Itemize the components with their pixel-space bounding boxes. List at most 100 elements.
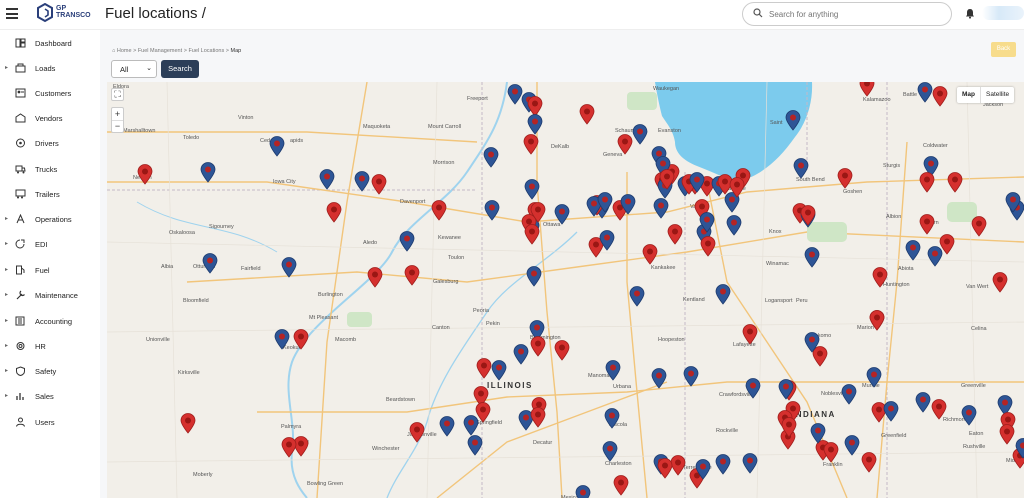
zoom-out-button[interactable]: −: [112, 121, 123, 133]
fuel-marker-red[interactable]: [872, 267, 888, 288]
filter-select[interactable]: All ⌄: [111, 60, 157, 78]
fuel-marker-blue[interactable]: [202, 253, 218, 274]
fuel-marker-blue[interactable]: [726, 215, 742, 236]
breadcrumb-fuel-locations[interactable]: Fuel Locations: [188, 48, 224, 54]
hamburger-menu-icon[interactable]: [6, 8, 18, 19]
fuel-marker-blue[interactable]: [513, 344, 529, 365]
fuel-marker-blue[interactable]: [742, 453, 758, 474]
fuel-marker-red[interactable]: [992, 272, 1008, 293]
fuel-marker-blue[interactable]: [507, 84, 523, 105]
fuel-marker-red[interactable]: [932, 86, 948, 107]
fuel-marker-red[interactable]: [293, 329, 309, 350]
fuel-marker-blue[interactable]: [269, 136, 285, 157]
fuel-marker-red[interactable]: [579, 104, 595, 125]
fuel-marker-blue[interactable]: [602, 441, 618, 462]
fuel-marker-blue[interactable]: [632, 124, 648, 145]
fuel-marker-red[interactable]: [371, 174, 387, 195]
fuel-marker-blue[interactable]: [274, 329, 290, 350]
fuel-marker-red[interactable]: [859, 82, 875, 97]
sidebar-item-maintenance[interactable]: ▸ Maintenance: [0, 284, 100, 306]
fuel-marker-red[interactable]: [871, 402, 887, 423]
fuel-marker-red[interactable]: [409, 422, 425, 443]
fuel-marker-blue[interactable]: [524, 179, 540, 200]
fuel-marker-blue[interactable]: [463, 415, 479, 436]
fuel-marker-blue[interactable]: [745, 378, 761, 399]
fuel-marker-blue[interactable]: [927, 246, 943, 267]
fuel-marker-blue[interactable]: [439, 416, 455, 437]
fuel-marker-blue[interactable]: [526, 266, 542, 287]
fuel-marker-red[interactable]: [476, 358, 492, 379]
fuel-marker-red[interactable]: [613, 475, 629, 496]
fuel-marker-blue[interactable]: [575, 485, 591, 498]
fuel-marker-blue[interactable]: [997, 395, 1013, 416]
fuel-marker-red[interactable]: [869, 310, 885, 331]
map-type-satellite-button[interactable]: Satellite: [980, 87, 1014, 103]
fuel-marker-blue[interactable]: [651, 368, 667, 389]
fuel-marker-red[interactable]: [404, 265, 420, 286]
fuel-marker-blue[interactable]: [810, 423, 826, 444]
fuel-marker-blue[interactable]: [715, 284, 731, 305]
zoom-in-button[interactable]: +: [112, 108, 123, 121]
fuel-marker-blue[interactable]: [961, 405, 977, 426]
fuel-marker-red[interactable]: [475, 402, 491, 423]
fuel-marker-blue[interactable]: [484, 200, 500, 221]
company-logo[interactable]: GP TRANSCO: [36, 2, 92, 25]
fuel-marker-red[interactable]: [700, 236, 716, 257]
fuel-marker-blue[interactable]: [915, 392, 931, 413]
fuel-marker-red[interactable]: [861, 452, 877, 473]
fuel-marker-blue[interactable]: [683, 366, 699, 387]
sidebar-item-loads[interactable]: ▸ Loads: [0, 57, 100, 79]
fuel-marker-red[interactable]: [527, 96, 543, 117]
fuel-marker-red[interactable]: [524, 224, 540, 245]
fuel-marker-red[interactable]: [137, 164, 153, 185]
back-button[interactable]: Back: [991, 42, 1016, 57]
map-type-map-button[interactable]: Map: [957, 87, 980, 103]
fuel-marker-blue[interactable]: [844, 435, 860, 456]
fuel-marker-blue[interactable]: [653, 198, 669, 219]
home-icon[interactable]: ⌂: [112, 48, 115, 54]
global-search[interactable]: [742, 2, 952, 26]
sidebar-item-trucks[interactable]: Trucks: [0, 158, 100, 180]
fullscreen-icon[interactable]: ⛶: [111, 88, 124, 101]
sidebar-item-edi[interactable]: ▸ EDI: [0, 233, 100, 255]
search-input[interactable]: [769, 6, 944, 22]
fuel-marker-blue[interactable]: [866, 367, 882, 388]
sidebar-item-customers[interactable]: Customers: [0, 82, 100, 104]
sidebar-item-users[interactable]: Users: [0, 411, 100, 433]
fuel-marker-red[interactable]: [657, 458, 673, 479]
fuel-marker-blue[interactable]: [281, 257, 297, 278]
sidebar-item-sales[interactable]: ▸ Sales: [0, 385, 100, 407]
fuel-marker-red[interactable]: [919, 214, 935, 235]
fuel-marker-blue[interactable]: [399, 231, 415, 252]
fuel-marker-red[interactable]: [812, 346, 828, 367]
fuel-marker-blue[interactable]: [715, 454, 731, 475]
fuel-marker-blue[interactable]: [604, 408, 620, 429]
fuel-marker-red[interactable]: [939, 234, 955, 255]
fuel-marker-red[interactable]: [180, 413, 196, 434]
fuel-marker-red[interactable]: [617, 134, 633, 155]
fuel-marker-red[interactable]: [670, 455, 686, 476]
notification-bell-icon[interactable]: [965, 8, 975, 19]
fuel-marker-red[interactable]: [971, 216, 987, 237]
fuel-marker-blue[interactable]: [605, 360, 621, 381]
sidebar-item-accounting[interactable]: ▸ Accounting: [0, 310, 100, 332]
fuel-marker-blue[interactable]: [467, 435, 483, 456]
fuel-locations-map[interactable]: Eldora Freeport Waukegan Battle Kalamazoo Jac…: [107, 82, 1024, 498]
breadcrumb-home[interactable]: Home: [117, 48, 132, 54]
fuel-marker-red[interactable]: [281, 437, 297, 458]
fuel-marker-red[interactable]: [837, 168, 853, 189]
fuel-marker-blue[interactable]: [319, 169, 335, 190]
sidebar-item-drivers[interactable]: Drivers: [0, 132, 100, 154]
fuel-marker-red[interactable]: [367, 267, 383, 288]
fuel-marker-blue[interactable]: [804, 247, 820, 268]
fuel-marker-blue[interactable]: [483, 147, 499, 168]
fuel-marker-blue[interactable]: [883, 401, 899, 422]
fuel-marker-red[interactable]: [554, 340, 570, 361]
sidebar-item-fuel[interactable]: ▸ Fuel: [0, 259, 100, 281]
fuel-marker-blue[interactable]: [905, 240, 921, 261]
sidebar-item-dashboard[interactable]: Dashboard: [0, 32, 100, 54]
sidebar-item-trailers[interactable]: Trailers: [0, 183, 100, 205]
fuel-marker-red[interactable]: [947, 172, 963, 193]
fuel-marker-red[interactable]: [667, 224, 683, 245]
fuel-marker-blue[interactable]: [527, 114, 543, 135]
